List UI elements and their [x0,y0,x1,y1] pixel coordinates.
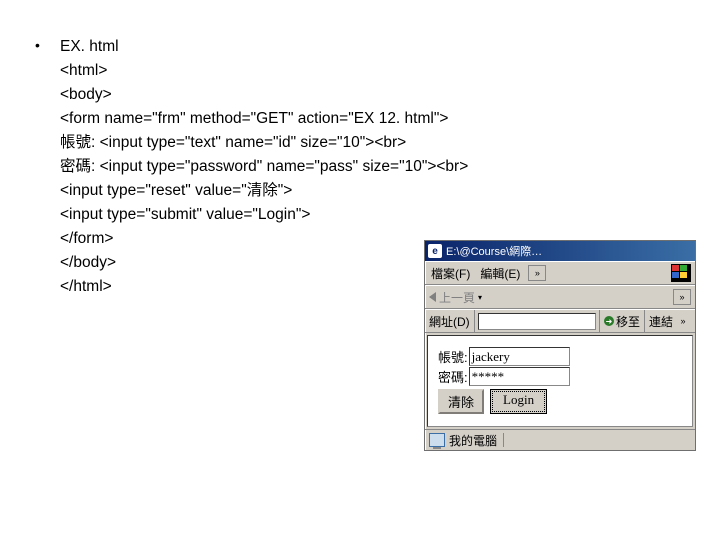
id-label: 帳號: [438,347,468,366]
submit-button[interactable]: Login [490,389,547,414]
go-arrow-icon: ➜ [604,316,614,326]
code-line: <form name="frm" method="GET" action="EX… [60,107,468,131]
back-label: 上一頁 [439,289,475,306]
go-button[interactable]: ➜ 移至 [599,310,644,332]
address-input[interactable] [478,313,596,330]
menubar: 檔案(F) 編輯(E) » [425,261,695,285]
status-bar: 我的電腦 [425,429,695,450]
chevron-icon: » [675,314,691,328]
id-input[interactable]: jackery [469,347,570,366]
address-label: 網址(D) [425,310,475,332]
menu-more-button[interactable]: » [528,265,546,281]
code-line: 密碼: <input type="password" name="pass" s… [60,155,468,179]
code-line: </form> [60,227,468,251]
code-block: EX. html <html> <body> <form name="frm" … [60,35,468,299]
back-button[interactable]: 上一頁 ▾ [429,289,482,306]
address-bar: 網址(D) ➜ 移至 連結 » [425,309,695,333]
code-line: <input type="reset" value="清除"> [60,179,468,203]
windows-logo-icon [671,264,691,282]
status-text: 我的電腦 [449,432,497,449]
pass-input[interactable]: ***** [469,367,570,386]
menu-edit[interactable]: 編輯(E) [478,264,522,283]
reset-button[interactable]: 清除 [438,389,484,414]
browser-window: e E:\@Course\網際… 檔案(F) 編輯(E) » 上一頁 ▾ » 網… [424,240,696,451]
arrow-left-icon [429,292,436,302]
code-line: </html> [60,275,468,299]
code-line: </body> [60,251,468,275]
nav-toolbar: 上一頁 ▾ » [425,285,695,309]
code-line: EX. html [60,35,468,59]
page-content: 帳號: jackery 密碼: ***** 清除 Login [427,335,693,427]
pass-label: 密碼: [438,367,468,386]
code-line: <body> [60,83,468,107]
code-line: <html> [60,59,468,83]
nav-more-button[interactable]: » [673,289,691,305]
window-title: E:\@Course\網際… [446,243,692,259]
links-label[interactable]: 連結 » [644,310,695,332]
code-line: 帳號: <input type="text" name="id" size="1… [60,131,468,155]
ie-icon: e [428,244,442,258]
dropdown-icon: ▾ [478,293,482,302]
code-line: <input type="submit" value="Login"> [60,203,468,227]
computer-icon [429,433,445,447]
bullet-icon: • [35,35,60,53]
menu-file[interactable]: 檔案(F) [429,264,472,283]
titlebar: e E:\@Course\網際… [425,241,695,261]
